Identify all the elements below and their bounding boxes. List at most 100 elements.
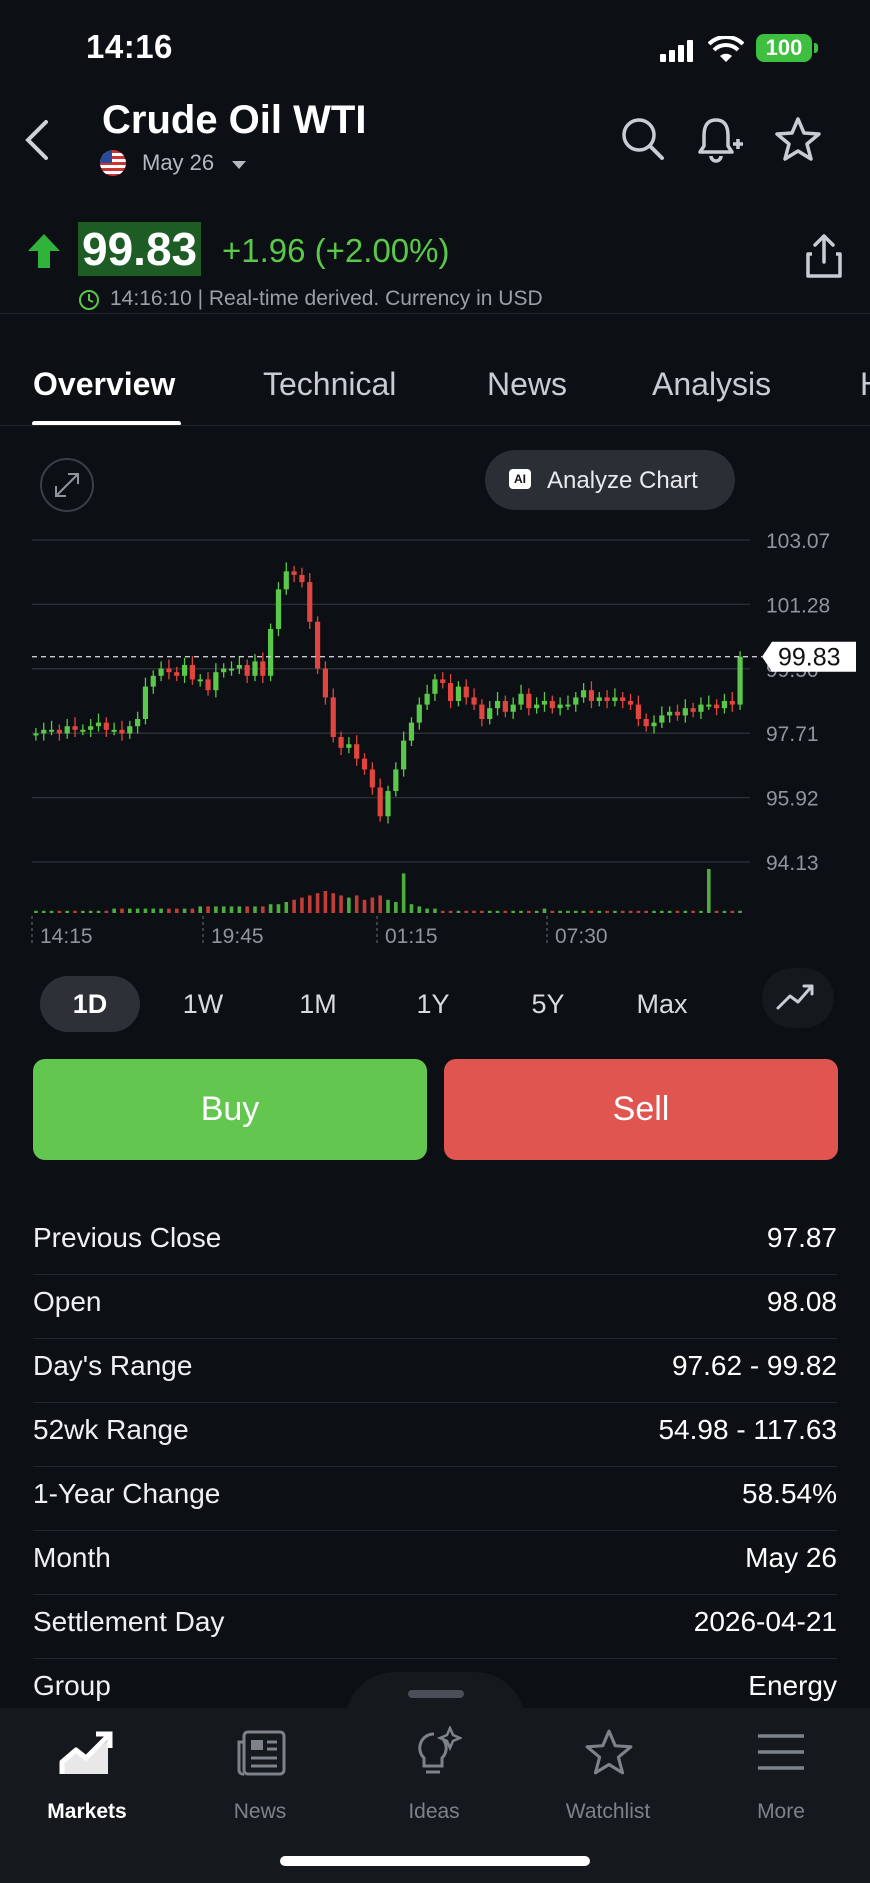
chart-type-button[interactable] bbox=[762, 968, 834, 1028]
back-icon[interactable] bbox=[22, 118, 52, 162]
nav-watchlist[interactable]: Watchlist bbox=[538, 1800, 678, 1824]
period-1m[interactable]: 1M bbox=[273, 976, 363, 1032]
ideas-icon[interactable] bbox=[412, 1726, 462, 1780]
period-1y[interactable]: 1Y bbox=[388, 976, 478, 1032]
volume-bar bbox=[198, 906, 203, 913]
volume-bar bbox=[292, 899, 296, 913]
volume-bar bbox=[300, 897, 304, 913]
volume-bar bbox=[597, 910, 602, 913]
candle bbox=[314, 621, 321, 669]
candle bbox=[189, 664, 195, 680]
candle bbox=[667, 711, 673, 716]
current-price: 99.83 bbox=[78, 222, 202, 276]
y-tick-label: 97.71 bbox=[766, 723, 819, 746]
candle bbox=[338, 737, 344, 748]
stat-value: 97.87 bbox=[766, 1222, 837, 1253]
candle bbox=[682, 708, 688, 716]
nav-news[interactable]: News bbox=[190, 1800, 330, 1824]
menu-icon[interactable] bbox=[756, 1732, 806, 1772]
news-icon[interactable] bbox=[236, 1728, 288, 1778]
candle bbox=[166, 668, 172, 673]
candle bbox=[95, 722, 102, 727]
volume-bar bbox=[730, 910, 735, 913]
tab-technical[interactable]: Technical bbox=[263, 366, 396, 403]
candle bbox=[432, 679, 438, 694]
watchlist-star-icon[interactable] bbox=[584, 1728, 634, 1776]
candle bbox=[494, 701, 501, 709]
volume-bar bbox=[245, 906, 249, 913]
tab-analysis[interactable]: Analysis bbox=[652, 366, 771, 403]
volume-bar bbox=[237, 906, 242, 913]
candle bbox=[291, 571, 297, 575]
stat-label: Settlement Day bbox=[33, 1606, 225, 1637]
volume-bar bbox=[652, 910, 656, 913]
price-tag-label: 99.83 bbox=[778, 644, 841, 672]
candle bbox=[447, 682, 454, 701]
candle bbox=[268, 628, 274, 676]
volume-bar bbox=[135, 908, 140, 913]
candle bbox=[64, 726, 70, 734]
volume-bar bbox=[41, 910, 46, 913]
volume-bar bbox=[456, 910, 461, 913]
nav-ideas[interactable]: Ideas bbox=[364, 1800, 504, 1824]
volume-bar bbox=[620, 910, 625, 913]
expand-chart-button[interactable] bbox=[40, 458, 94, 512]
markets-icon[interactable] bbox=[58, 1728, 116, 1778]
candle bbox=[236, 664, 242, 669]
candle bbox=[142, 686, 149, 720]
candle bbox=[150, 675, 156, 687]
divider bbox=[0, 425, 870, 426]
chevron-down-icon[interactable] bbox=[232, 161, 246, 169]
period-1w[interactable]: 1W bbox=[158, 976, 248, 1032]
battery-indicator: 100 bbox=[756, 34, 818, 62]
candle bbox=[330, 697, 336, 738]
search-icon[interactable] bbox=[620, 116, 666, 162]
nav-markets[interactable]: Markets bbox=[17, 1800, 157, 1824]
stat-row: Month May 26 bbox=[33, 1530, 837, 1595]
star-icon[interactable] bbox=[774, 116, 822, 162]
add-alert-icon[interactable] bbox=[696, 114, 744, 164]
volume-bar bbox=[339, 895, 343, 913]
candle bbox=[588, 690, 595, 701]
candle bbox=[424, 693, 430, 705]
candle bbox=[502, 701, 508, 712]
period-max[interactable]: Max bbox=[617, 976, 707, 1032]
analyze-chart-button[interactable]: AI Analyze Chart bbox=[485, 450, 735, 510]
volume-bar bbox=[433, 908, 437, 913]
candle bbox=[41, 729, 47, 734]
stat-value: 2026-04-21 bbox=[693, 1606, 837, 1637]
candle bbox=[518, 693, 524, 705]
tab-overview[interactable]: Overview bbox=[33, 366, 175, 403]
candle bbox=[221, 668, 227, 673]
volume-bar bbox=[573, 910, 578, 913]
volume-bar bbox=[706, 869, 711, 913]
buy-button[interactable]: Buy bbox=[33, 1059, 427, 1160]
tab-news[interactable]: News bbox=[487, 366, 567, 403]
volume-bar bbox=[542, 908, 547, 913]
candle bbox=[674, 711, 681, 716]
volume-bar bbox=[722, 910, 727, 913]
candle bbox=[393, 769, 399, 792]
contract-selector[interactable]: May 26 bbox=[142, 150, 214, 176]
tab-partial[interactable]: H bbox=[860, 366, 870, 403]
stat-value: 58.54% bbox=[742, 1478, 837, 1509]
volume-bar bbox=[409, 904, 414, 913]
sell-button[interactable]: Sell bbox=[444, 1059, 838, 1160]
share-icon[interactable] bbox=[804, 232, 844, 280]
volume-bar bbox=[253, 906, 257, 913]
candle bbox=[534, 704, 540, 709]
price-change: +1.96 (+2.00%) bbox=[222, 232, 450, 269]
volume-bar bbox=[370, 897, 375, 913]
us-flag-icon bbox=[100, 150, 126, 176]
stat-value: May 26 bbox=[745, 1542, 837, 1573]
candle bbox=[565, 704, 571, 707]
period-5y[interactable]: 5Y bbox=[503, 976, 593, 1032]
sheet-handle[interactable] bbox=[408, 1690, 464, 1698]
volume-bar bbox=[628, 910, 633, 913]
volume-bar bbox=[683, 910, 688, 913]
candle bbox=[690, 708, 696, 712]
volume-bar bbox=[660, 910, 664, 913]
nav-more[interactable]: More bbox=[711, 1800, 851, 1824]
price-chart[interactable]: 103.07101.2899.5097.7195.9294.1399.8314:… bbox=[0, 520, 870, 960]
period-1d[interactable]: 1D bbox=[40, 976, 140, 1032]
